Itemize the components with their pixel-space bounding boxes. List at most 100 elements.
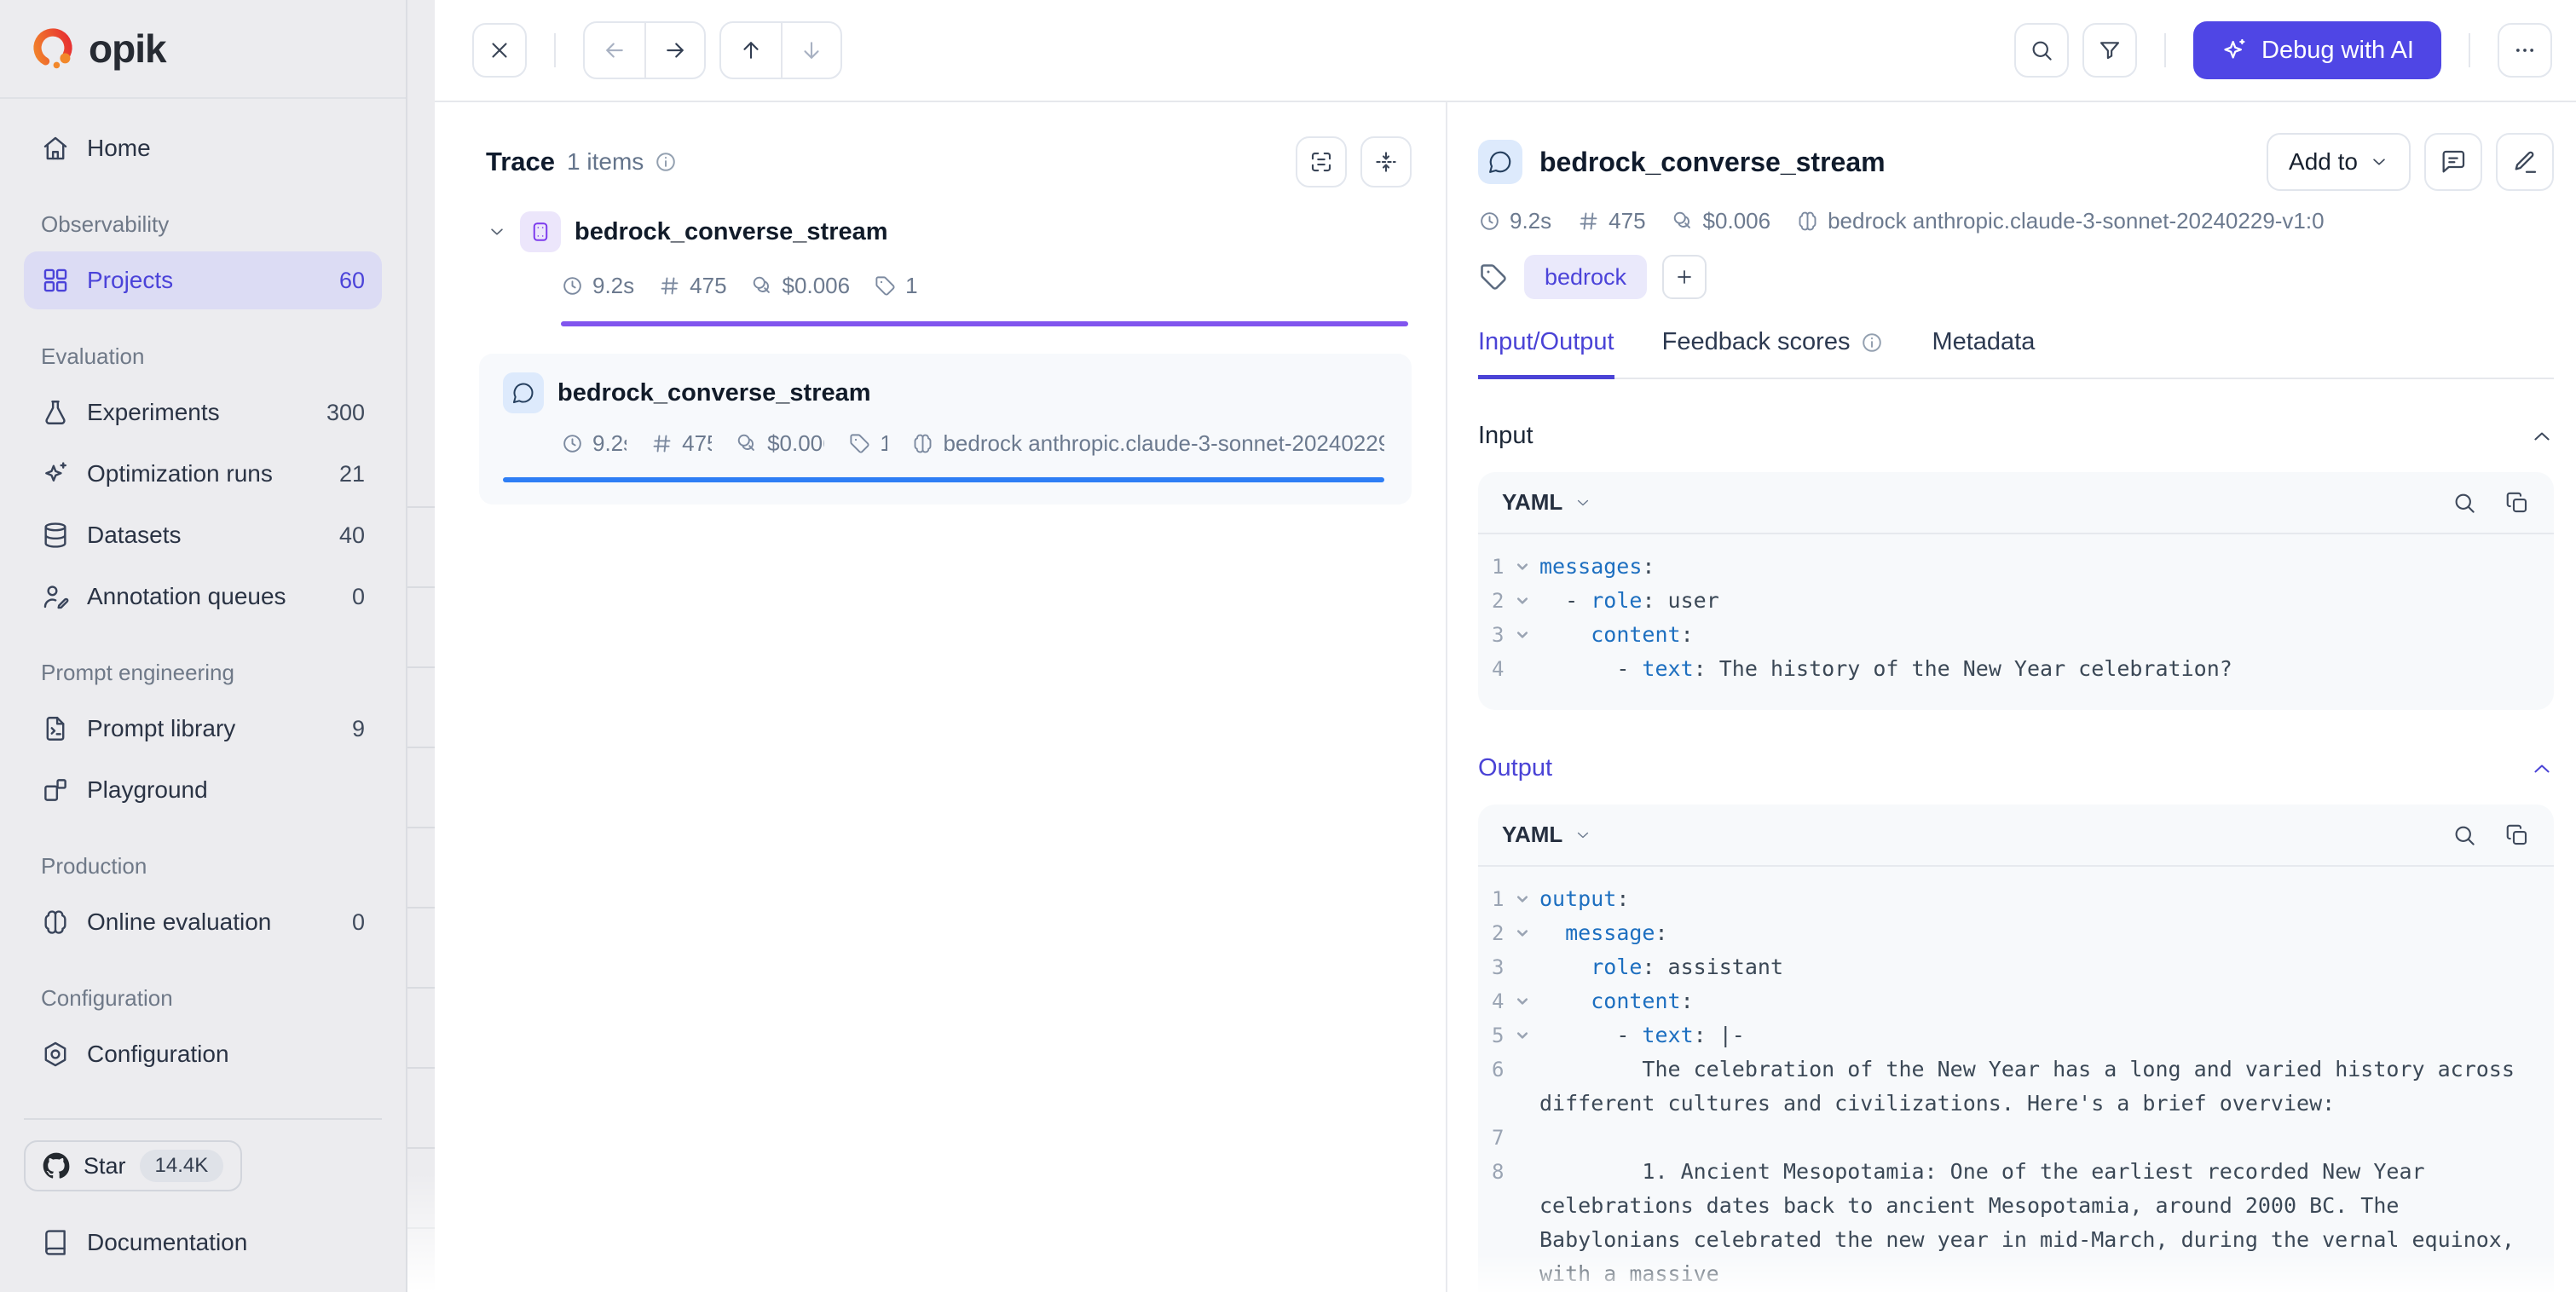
output-code-block[interactable]: 1output:2 message:3 role: assistant4 con… bbox=[1478, 867, 2554, 1292]
scan-details-button[interactable] bbox=[1296, 136, 1347, 187]
sidebar-section-label: Production bbox=[41, 853, 382, 880]
stat-value: $0.006 bbox=[783, 273, 851, 299]
prev-next-button-group bbox=[583, 21, 706, 79]
code-line: 2 - role: user bbox=[1492, 584, 2530, 618]
scan-icon bbox=[1308, 149, 1334, 175]
more-actions-button[interactable] bbox=[2498, 23, 2552, 78]
tab-metadata[interactable]: Metadata bbox=[1932, 328, 2035, 379]
sidebar-item-experiments[interactable]: Experiments300 bbox=[24, 384, 382, 441]
sidebar-item-annotation-queues[interactable]: Annotation queues0 bbox=[24, 568, 382, 626]
sidebar-item-documentation[interactable]: Documentation bbox=[24, 1214, 382, 1272]
prev-trace-button[interactable] bbox=[585, 23, 644, 78]
tab-label: Metadata bbox=[1932, 328, 2035, 356]
tab-feedback-scores[interactable]: Feedback scores bbox=[1662, 328, 1885, 379]
edit-button[interactable] bbox=[2496, 133, 2554, 191]
collapse-all-button[interactable] bbox=[1360, 136, 1412, 187]
tag-chip-bedrock[interactable]: bedrock bbox=[1524, 255, 1647, 299]
chevron-up-icon[interactable] bbox=[2530, 757, 2554, 781]
fold-chevron-icon[interactable] bbox=[1516, 984, 1539, 1008]
fold-spacer bbox=[1516, 950, 1539, 960]
chevron-up-icon[interactable] bbox=[2530, 424, 2554, 448]
trace-tree-root-item[interactable]: bedrock_converse_stream 9.2s475$0.0061 bbox=[488, 211, 1412, 326]
tag-icon bbox=[1478, 262, 1509, 292]
sidebar-item-label: Optimization runs bbox=[87, 460, 322, 487]
fold-chevron-icon[interactable] bbox=[1516, 1018, 1539, 1042]
line-number: 5 bbox=[1492, 1018, 1516, 1053]
stat-value: 1 bbox=[905, 273, 917, 299]
down-button[interactable] bbox=[781, 23, 840, 78]
code-text: role: assistant bbox=[1539, 950, 2530, 984]
fold-chevron-icon[interactable] bbox=[1516, 916, 1539, 940]
fold-chevron-icon[interactable] bbox=[1516, 882, 1539, 906]
model-icon bbox=[911, 432, 934, 455]
logo-row: opik bbox=[0, 0, 406, 99]
fold-chevron-icon[interactable] bbox=[1516, 550, 1539, 574]
tab-label: Input/Output bbox=[1478, 328, 1614, 356]
experiments-icon bbox=[41, 398, 70, 427]
fold-spacer bbox=[1516, 1155, 1539, 1165]
copy-icon[interactable] bbox=[2504, 490, 2530, 516]
clock-icon bbox=[1478, 210, 1501, 233]
sidebar-item-count: 0 bbox=[352, 584, 365, 610]
sidebar-section-label: Evaluation bbox=[41, 343, 382, 370]
github-star-button[interactable]: Star 14.4K bbox=[24, 1140, 242, 1191]
chevron-down-icon[interactable] bbox=[488, 222, 506, 241]
fold-spacer bbox=[1516, 1121, 1539, 1131]
arrow-up-icon bbox=[738, 37, 764, 63]
tab-input-output[interactable]: Input/Output bbox=[1478, 328, 1614, 379]
cost-icon bbox=[1672, 210, 1695, 233]
sidebar-item-configuration[interactable]: Configuration bbox=[24, 1025, 382, 1083]
code-text: 1. Ancient Mesopotamia: One of the earli… bbox=[1539, 1155, 2530, 1291]
pencil-icon bbox=[2511, 148, 2538, 176]
tag-stat: 1 bbox=[848, 430, 887, 457]
close-button[interactable] bbox=[472, 23, 527, 78]
debug-with-ai-button[interactable]: Debug with AI bbox=[2193, 21, 2441, 79]
trace-tree-header: Trace 1 items bbox=[486, 136, 1412, 187]
trace-items-count: 1 items bbox=[567, 148, 644, 176]
next-trace-button[interactable] bbox=[644, 23, 704, 78]
input-section-header: Input bbox=[1478, 422, 2554, 450]
add-tag-button[interactable] bbox=[1662, 255, 1707, 299]
sidebar-item-playground[interactable]: Playground bbox=[24, 761, 382, 819]
cost-stat: $0.006 bbox=[1672, 208, 1771, 234]
up-button[interactable] bbox=[721, 23, 781, 78]
detail-body: Input YAML bbox=[1478, 379, 2554, 1292]
search-icon[interactable] bbox=[2452, 490, 2477, 516]
add-to-button[interactable]: Add to bbox=[2267, 133, 2411, 191]
fold-chevron-icon[interactable] bbox=[1516, 618, 1539, 642]
line-number: 8 bbox=[1492, 1155, 1516, 1189]
span-detail-panel: bedrock_converse_stream Add to bbox=[1447, 102, 2576, 1292]
llm-span-type-icon bbox=[503, 372, 544, 413]
copy-icon[interactable] bbox=[2504, 822, 2530, 848]
hash-stat: 475 bbox=[658, 273, 726, 299]
sidebar-item-datasets[interactable]: Datasets40 bbox=[24, 506, 382, 564]
llm-span-type-icon bbox=[1478, 140, 1522, 184]
home-icon bbox=[41, 134, 70, 163]
code-language-select[interactable]: YAML bbox=[1502, 489, 1591, 516]
sidebar-item-projects[interactable]: Projects60 bbox=[24, 251, 382, 309]
annotation-icon bbox=[41, 582, 70, 611]
code-line: 2 message: bbox=[1492, 916, 2530, 950]
sidebar-item-optimization-runs[interactable]: Optimization runs21 bbox=[24, 445, 382, 503]
comments-button[interactable] bbox=[2424, 133, 2482, 191]
trace-tree-span-item-selected[interactable]: bedrock_converse_stream 9.2s475$0.0061be… bbox=[479, 354, 1412, 505]
code-language-select[interactable]: YAML bbox=[1502, 822, 1591, 848]
input-code-block[interactable]: 1messages:2 - role: user3 content:4 - te… bbox=[1478, 534, 2554, 710]
sidebar-item-home[interactable]: Home bbox=[24, 119, 382, 177]
search-button[interactable] bbox=[2014, 23, 2069, 78]
detail-title: bedrock_converse_stream bbox=[1539, 147, 2267, 178]
cost-icon bbox=[736, 432, 759, 455]
code-text: - text: The history of the New Year cele… bbox=[1539, 652, 2530, 686]
opik-logo-icon bbox=[31, 26, 77, 72]
sidebar-item-count: 60 bbox=[339, 268, 365, 294]
search-icon[interactable] bbox=[2452, 822, 2477, 848]
sidebar-item-online-evaluation[interactable]: Online evaluation0 bbox=[24, 893, 382, 951]
arrow-left-icon bbox=[602, 37, 627, 63]
sidebar-item-label: Prompt library bbox=[87, 715, 335, 742]
arrow-down-icon bbox=[799, 37, 824, 63]
sidebar-item-prompt-library[interactable]: Prompt library9 bbox=[24, 700, 382, 758]
fold-chevron-icon[interactable] bbox=[1516, 584, 1539, 608]
filter-button[interactable] bbox=[2082, 23, 2137, 78]
background-table-rows bbox=[407, 506, 435, 1292]
code-text: - text: |- bbox=[1539, 1018, 2530, 1053]
